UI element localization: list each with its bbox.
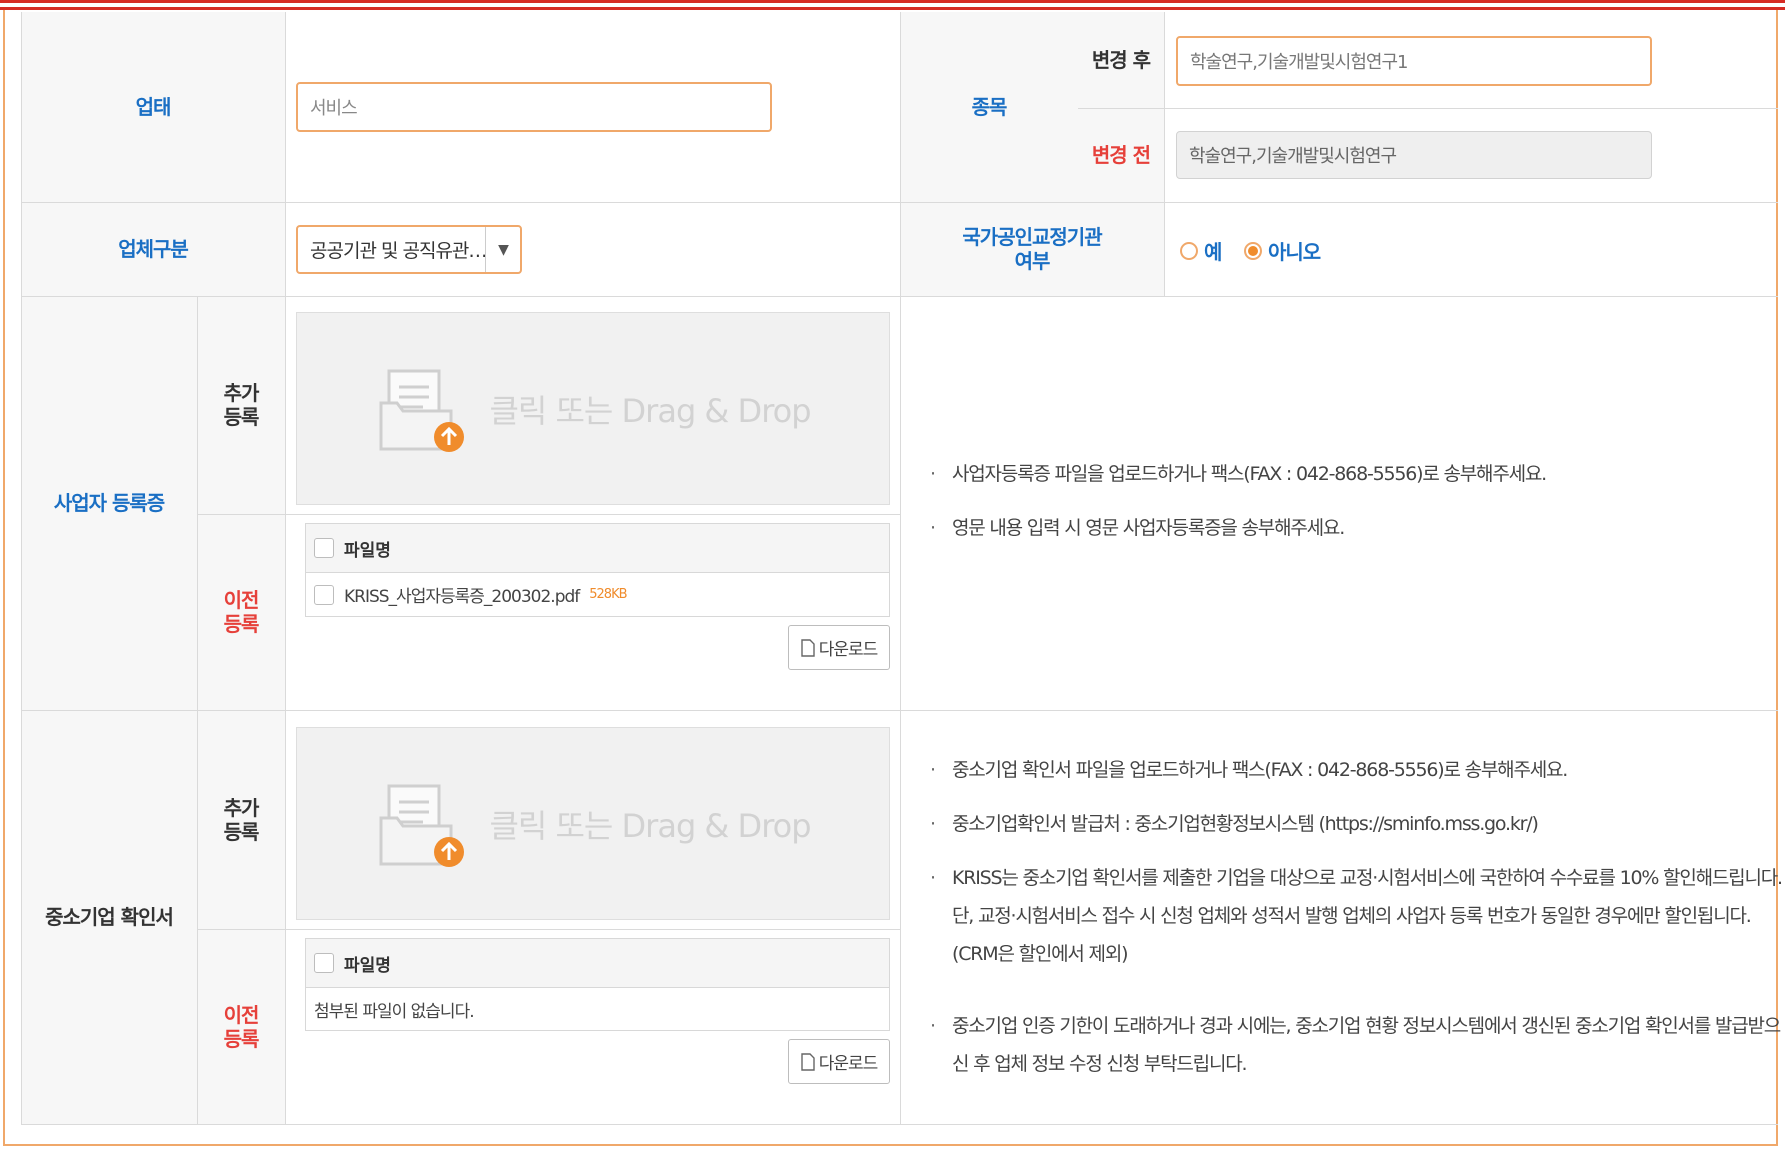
note-2: 영문 내용 입력 시 영문 사업자등록증을 송부해주세요. [952, 517, 1345, 539]
sme-note-3-line2: 단, 교정·시험서비스 접수 시 신청 업체와 성적서 발행 업체의 사업자 등… [952, 905, 1752, 927]
file-icon [801, 1052, 815, 1071]
file-name-header: 파일명 [344, 540, 391, 561]
download-button[interactable]: 다운로드 [788, 625, 890, 670]
radio-selected-icon [1244, 241, 1262, 260]
select-all-checkbox[interactable] [314, 538, 334, 558]
sme-label: 중소기업 확인서 [45, 905, 174, 929]
add-label-line1: 추가 [223, 795, 260, 820]
bullet: · [930, 813, 936, 835]
file-list-header: 파일명 [305, 938, 890, 988]
sme-note-4-line2: 신 후 업체 정보 수정 신청 부탁드립니다. [952, 1053, 1248, 1075]
grid-line [285, 12, 286, 1124]
prev-label-line2: 등록 [223, 1026, 260, 1051]
file-row-empty: 첨부된 파일이 없습니다. [305, 988, 890, 1031]
bullet: · [930, 517, 936, 539]
business-reg-label: 사업자 등록증 [53, 491, 165, 515]
national-lab-label: 국가공인교정기관 여부 [900, 202, 1164, 296]
radio-yes-label: 예 [1204, 240, 1222, 264]
prev-label-line2: 등록 [223, 612, 260, 636]
file-list-header: 파일명 [305, 523, 890, 573]
sme-prev-label: 이전 등록 [197, 929, 285, 1124]
radio-no[interactable]: 아니오 [1244, 236, 1321, 265]
folder-upload-icon [379, 369, 465, 452]
top-border-line [0, 0, 1785, 3]
national-lab-label-line2: 여부 [1014, 249, 1051, 273]
select-all-checkbox[interactable] [314, 953, 334, 973]
before-change-label: 변경 전 [1091, 143, 1151, 167]
item-before-input: 학술연구,기술개발및시험연구 [1176, 131, 1652, 179]
radio-no-label: 아니오 [1268, 240, 1321, 264]
dropzone-text: 클릭 또는 Drag & Drop [489, 391, 811, 430]
folder-upload-icon [379, 784, 465, 867]
industry-label: 업태 [135, 95, 172, 119]
national-lab-label-line1: 국가공인교정기관 [962, 225, 1102, 249]
file-icon [801, 638, 815, 657]
after-change-label: 변경 후 [1091, 48, 1151, 72]
radio-circle-icon [1180, 241, 1198, 260]
business-reg-notes: · 사업자등록증 파일을 업로드하거나 팩스(FAX : 042-868-555… [930, 456, 1770, 556]
add-label-line1: 추가 [223, 381, 260, 405]
file-name-header: 파일명 [344, 955, 391, 976]
company-type-select[interactable]: 공공기관 및 공직유관… ▼ [296, 225, 522, 274]
file-size: 528KB [589, 587, 627, 602]
bullet: · [930, 867, 936, 889]
industry-input[interactable]: 서비스 [296, 82, 772, 132]
note-1: 사업자등록증 파일을 업로드하거나 팩스(FAX : 042-868-5556)… [952, 463, 1547, 485]
file-name[interactable]: KRISS_사업자등록증_200302.pdf [344, 582, 580, 607]
bullet: · [930, 463, 936, 485]
sme-dropzone[interactable]: 클릭 또는 Drag & Drop [296, 727, 890, 920]
business-reg-add-label: 추가 등록 [197, 296, 285, 514]
sme-note-3-line1: KRISS는 중소기업 확인서를 제출한 기업을 대상으로 교정·시험서비스에 … [952, 867, 1783, 889]
add-label-line2: 등록 [223, 405, 260, 429]
bullet: · [930, 1015, 936, 1037]
business-reg-dropzone[interactable]: 클릭 또는 Drag & Drop [296, 312, 890, 505]
sme-note-1: 중소기업 확인서 파일을 업로드하거나 팩스(FAX : 042-868-555… [952, 759, 1568, 781]
sme-note-3-line3: (CRM은 할인에서 제외) [952, 943, 1129, 965]
prev-label-line1: 이전 [223, 1002, 260, 1027]
sme-note-2: 중소기업확인서 발급처 : 중소기업현황정보시스템 (https://sminf… [952, 813, 1539, 835]
sme-note-4-line1: 중소기업 인증 기한이 도래하거나 경과 시에는, 중소기업 현황 정보시스템에… [952, 1015, 1781, 1037]
download-button[interactable]: 다운로드 [788, 1039, 890, 1084]
download-label: 다운로드 [818, 640, 879, 660]
empty-file-text: 첨부된 파일이 없습니다. [314, 1001, 475, 1022]
file-row: KRISS_사업자등록증_200302.pdf 528KB [305, 573, 890, 617]
dropzone-text: 클릭 또는 Drag & Drop [489, 806, 811, 845]
grid-line [197, 514, 900, 515]
item-after-input[interactable]: 학술연구,기술개발및시험연구1 [1176, 36, 1652, 86]
prev-label-line1: 이전 [223, 588, 260, 612]
grid-line [21, 1124, 1778, 1125]
business-reg-prev-label: 이전 등록 [197, 514, 285, 710]
radio-yes[interactable]: 예 [1180, 236, 1222, 265]
grid-line [1078, 108, 1778, 109]
company-type-label: 업체구분 [118, 237, 189, 261]
add-label-line2: 등록 [223, 819, 260, 844]
bullet: · [930, 759, 936, 781]
item-label: 종목 [971, 95, 1008, 119]
file-checkbox[interactable] [314, 584, 334, 605]
download-label: 다운로드 [818, 1054, 879, 1074]
company-type-selected: 공공기관 및 공직유관… [310, 240, 485, 262]
grid-line [197, 929, 900, 930]
sme-add-label: 추가 등록 [197, 710, 285, 929]
sme-notes: · 중소기업 확인서 파일을 업로드하거나 팩스(FAX : 042-868-5… [930, 752, 1783, 1082]
chevron-down-icon: ▼ [485, 227, 520, 272]
grid-line [1164, 12, 1165, 296]
